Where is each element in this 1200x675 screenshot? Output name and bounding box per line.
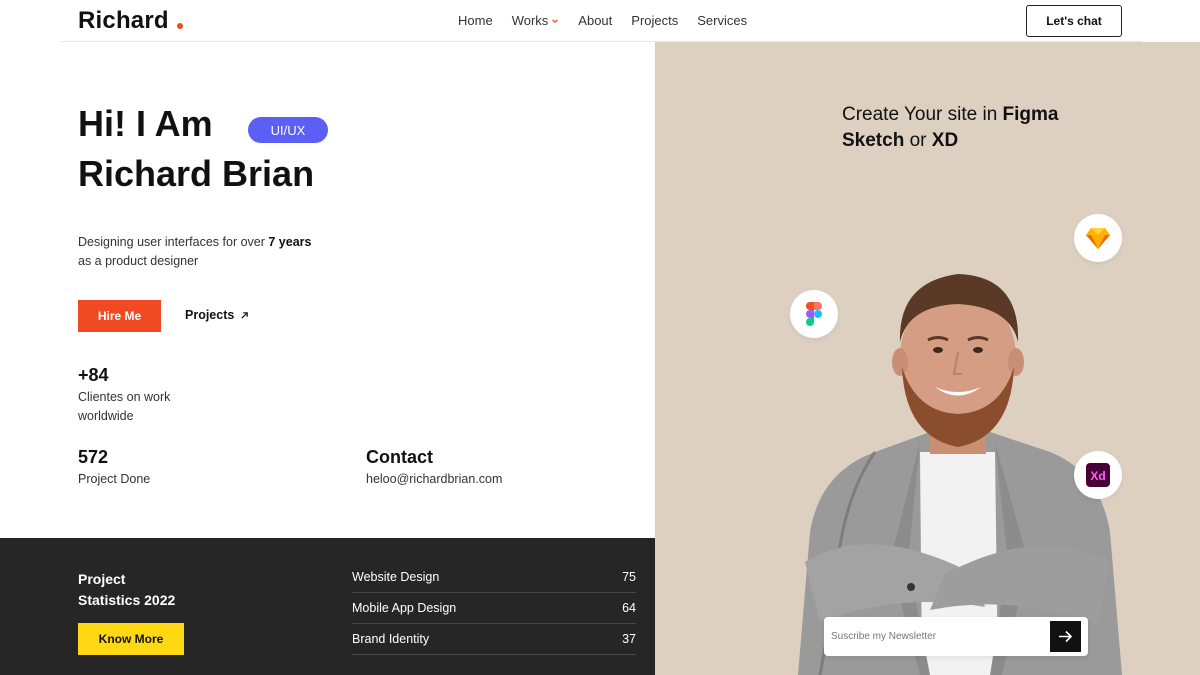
know-more-button[interactable]: Know More [78,623,184,655]
project-stats-title: Project Statistics 2022 [78,569,218,611]
stat-row: Mobile App Design 64 [352,593,636,624]
headline-xd: XD [931,130,959,151]
headline-or: or [904,130,932,151]
headline-figma: Figma [1002,104,1059,125]
project-stats-title-2: Statistics 2022 [78,592,176,608]
stat-row-value: 37 [622,632,636,646]
contact-title: Contact [366,447,433,467]
projects-link-label: Projects [185,308,235,322]
nav-projects-label: Projects [631,13,679,28]
desc-prefix: Designing user interfaces for over [78,235,269,249]
stat-row-value: 64 [622,601,636,615]
xd-text: Xd [1090,469,1105,483]
newsletter-form [824,617,1088,656]
stat-row: Website Design 75 [352,562,636,593]
contact-email[interactable]: heloo@richardbrian.com [366,470,502,489]
hero-heading-line-2: Richard Brian [78,153,315,194]
nav-projects[interactable]: Projects [631,13,678,28]
adobe-xd-icon: Xd [1086,463,1110,487]
logo-dot [177,23,183,29]
nav-works[interactable]: Works [512,13,560,28]
clients-count: +84 [78,365,109,385]
nav-home-label: Home [458,13,493,28]
figma-icon [806,302,822,326]
sketch-icon [1086,228,1110,249]
projects-done-label: Project Done [78,472,151,486]
desc-years: 7 years [268,235,312,249]
clients-label-1: Clientes on work [78,390,171,404]
logo[interactable]: Richard [78,7,169,35]
figma-app-bubble [790,290,838,338]
hero-description: Designing user interfaces for over 7 yea… [78,233,348,271]
site-header: Richard Home Works About Projects Servic… [0,0,1200,42]
right-headline: Create Your site in Figma Sketch or XD [842,102,1102,154]
nav-home[interactable]: Home [458,13,493,28]
projects-count: 572 [78,447,109,467]
nav-about-label: About [578,13,613,28]
nav-about[interactable]: About [578,13,612,28]
newsletter-submit-button[interactable] [1050,621,1081,652]
nav-services[interactable]: Services [697,13,747,28]
hero-heading-line-1: Hi! I Am [78,103,213,144]
nav-services-label: Services [697,13,748,28]
nav-works-label: Works [511,13,549,28]
arrow-up-right-icon [241,311,249,319]
hire-me-button[interactable]: Hire Me [78,300,161,332]
headline-text-1: Create Your site in [842,104,1003,125]
main-nav: Home Works About Projects Services [458,13,747,28]
sketch-app-bubble [1074,214,1122,262]
lets-chat-button[interactable]: Let's chat [1026,5,1122,37]
newsletter-email-input[interactable] [831,626,1041,646]
stat-row-label: Website Design [352,570,440,584]
stat-row: Brand Identity 37 [352,624,636,655]
project-stats-title-1: Project [78,571,126,587]
projects-link[interactable]: Projects [185,308,249,322]
chevron-down-icon [552,18,559,23]
headline-sketch: Sketch [842,130,905,151]
clients-label-2: worldwide [78,409,134,423]
desc-suffix: as a product designer [78,254,199,268]
stat-row-label: Mobile App Design [352,601,457,615]
stat-row-value: 75 [622,570,636,584]
role-badge: UI/UX [248,117,328,143]
header-divider [60,41,1142,42]
arrow-right-icon [1059,630,1073,643]
stat-row-label: Brand Identity [352,632,430,646]
xd-app-bubble: Xd [1074,451,1122,499]
